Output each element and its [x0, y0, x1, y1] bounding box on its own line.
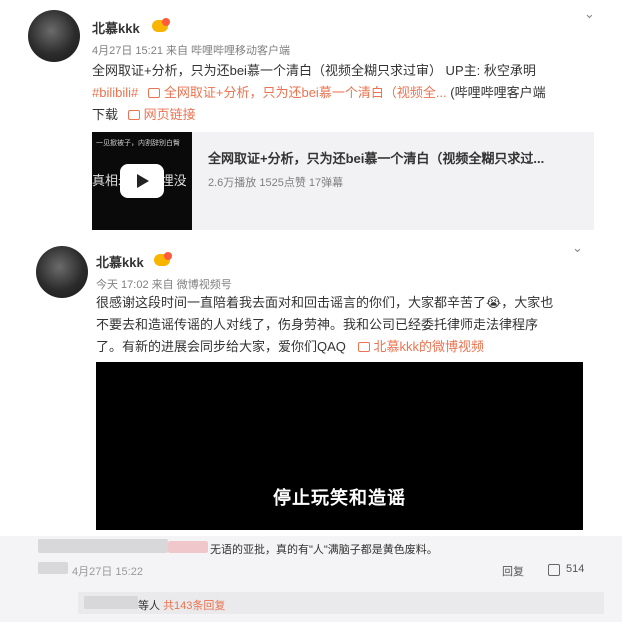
- video-link-icon: [357, 342, 370, 352]
- sub-replies-suffix: 等人: [138, 600, 160, 612]
- post-text-line2: 不要去和造谣传谣的人对线了，伤身劳神。我和公司已经委托律师走法律程序: [96, 317, 539, 332]
- video-link-label: 全网取证+分析，只为还bei慕一个清白（视频全...: [163, 85, 447, 100]
- download-text: 下载: [92, 107, 119, 122]
- blurred-badge: [168, 541, 208, 553]
- post-text-line1: 全网取证+分析，只为还bei慕一个清白（视频全糊只求过审） UP主: 秋空承明: [92, 63, 536, 78]
- play-icon[interactable]: [120, 164, 164, 198]
- sub-replies-text: 等人 共143条回复: [138, 597, 225, 613]
- web-link-label: 网页链接: [143, 107, 196, 122]
- weibo-video-link-label: 北慕kkk的微博视频: [373, 339, 485, 354]
- chevron-down-icon[interactable]: ⌄: [572, 240, 583, 256]
- vip-badge-icon: [152, 18, 170, 32]
- more-replies-link[interactable]: 共143条回复: [163, 600, 225, 612]
- username[interactable]: 北慕kkk: [96, 252, 144, 271]
- reply-button[interactable]: 回复: [502, 563, 524, 579]
- user-avatar[interactable]: [36, 246, 88, 298]
- vip-badge-icon: [154, 252, 172, 266]
- video-thumbnail[interactable]: 一见掀被子，内割辞别白臀 真相永不 被埋没: [92, 132, 192, 230]
- video-link[interactable]: 全网取证+分析，只为还bei慕一个清白（视频全...: [147, 85, 447, 100]
- post-links: #bilibili# 全网取证+分析，只为还bei慕一个清白（视频全... (哔…: [92, 82, 546, 104]
- video-card[interactable]: 一见掀被子，内割辞别白臀 真相永不 被埋没 全网取证+分析，只为还bei慕一个清…: [92, 132, 594, 230]
- video-caption: 停止玩笑和造谣: [273, 488, 406, 508]
- comment-time: 4月27日 15:22: [72, 566, 143, 578]
- video-player[interactable]: 停止玩笑和造谣: [96, 362, 583, 530]
- post-text-line1: 很感谢这段时间一直陪着我去面对和回击谣言的你们，大家都辛苦了😭，大家也: [96, 295, 554, 310]
- chevron-down-icon[interactable]: ⌄: [584, 6, 595, 22]
- post-text-line3-label: 了。有新的进展会同步给大家，爱你们QAQ: [96, 339, 346, 354]
- post-links-2: 下载 网页链接: [92, 104, 196, 126]
- weibo-video-link[interactable]: 北慕kkk的微博视频: [357, 339, 485, 354]
- blurred-reply-users: [84, 596, 138, 609]
- thumbnail-top-text: 一见掀被子，内割辞别白臀: [96, 140, 180, 147]
- thumbs-up-icon[interactable]: [548, 564, 560, 576]
- like-count: 514: [566, 563, 585, 575]
- video-link-icon: [147, 88, 160, 98]
- post-meta: 4月27日 15:21 来自 哔哩哔哩移动客户端: [92, 45, 291, 57]
- hashtag-link[interactable]: #bilibili#: [92, 85, 138, 100]
- post-text: 全网取证+分析，只为还bei慕一个清白（视频全糊只求过审） UP主: 秋空承明: [92, 60, 536, 82]
- blurred-username: [38, 539, 168, 553]
- card-stats: 2.6万播放 1525点赞 17弹幕: [208, 177, 344, 189]
- username[interactable]: 北慕kkk: [92, 18, 140, 37]
- post-meta: 今天 17:02 来自 微博视频号: [96, 279, 232, 291]
- weibo-post-1: 北慕kkk 4月27日 15:21 来自 哔哩哔哩移动客户端 ⌄ 全网取证+分析…: [0, 0, 622, 234]
- card-title[interactable]: 全网取证+分析，只为还bei慕一个清白（视频全糊只求过...: [208, 148, 544, 167]
- user-avatar[interactable]: [28, 10, 80, 62]
- comment-text: 无语的亚批，真的有"人"满脑子都是黄色废料。: [210, 544, 438, 556]
- post-text-line3: 了。有新的进展会同步给大家，爱你们QAQ 北慕kkk的微博视频: [96, 336, 484, 358]
- blurred-avatar: [38, 562, 68, 574]
- source-text: (哔哩哔哩客户端: [450, 85, 546, 100]
- web-link[interactable]: 网页链接: [127, 107, 196, 122]
- web-link-icon: [127, 110, 140, 120]
